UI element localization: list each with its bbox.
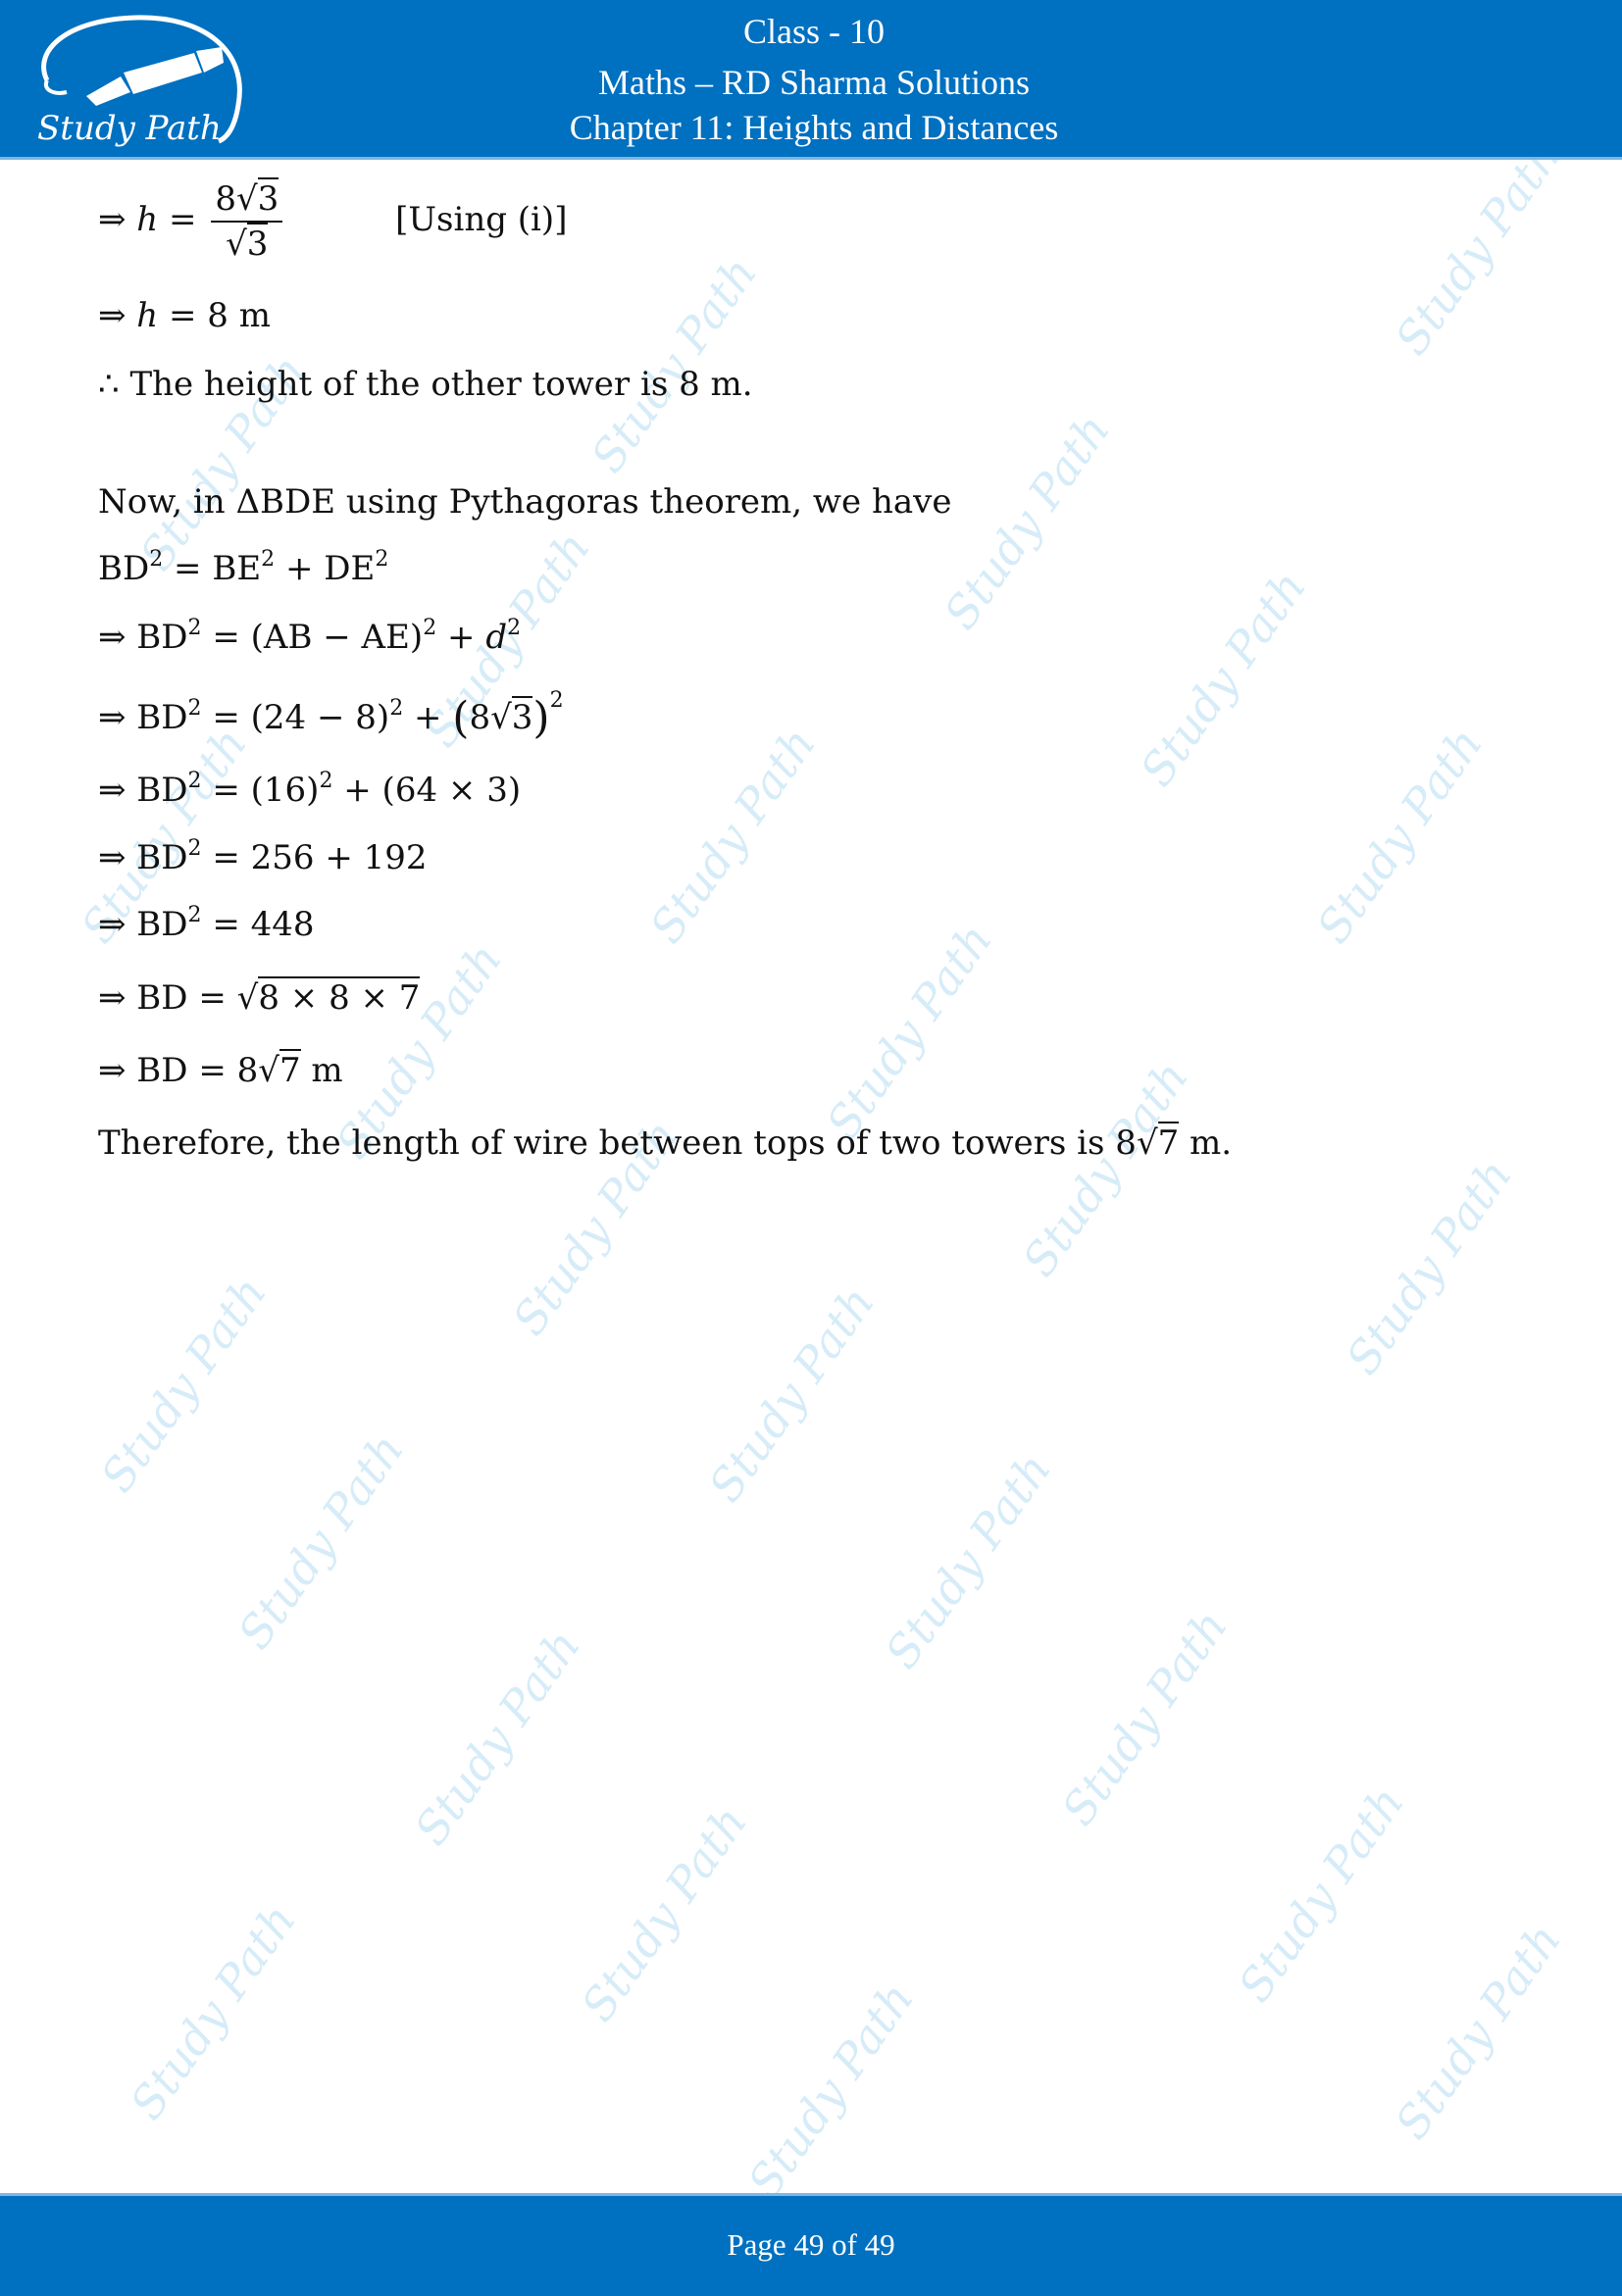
watermark: Study Path — [737, 1972, 925, 2208]
watermark-layer: Study Path Study Path Study Path Study P… — [0, 129, 1622, 2207]
final-answer: Therefore, the length of wire between to… — [98, 1122, 1233, 1163]
equation-8: ⇒ BD = 8√7 m — [98, 1049, 343, 1090]
watermark: Study Path — [120, 1894, 307, 2129]
watermark: Study Path — [1051, 1600, 1239, 1835]
watermark: Study Path — [90, 1267, 278, 1502]
step-h-fraction: ⇒ h = 8√3 √3 [Using (i)] — [98, 177, 568, 264]
page-footer: Page 49 of 49 — [0, 2193, 1622, 2296]
equation-7: ⇒ BD = √8 × 8 × 7 — [98, 976, 421, 1018]
svg-text:Study Path: Study Path — [37, 109, 222, 148]
pen-logo-icon: Study Path — [37, 15, 242, 148]
fraction: 8√3 √3 — [211, 177, 283, 264]
watermark: Study Path — [875, 1443, 1062, 1678]
subject-title: Maths – RD Sharma Solutions — [597, 63, 1030, 102]
watermark: Study Path — [1385, 129, 1572, 365]
watermark: Study Path — [639, 718, 827, 953]
equation-5: ⇒ BD2 = 256 + 192 — [98, 836, 428, 878]
watermark: Study Path — [698, 1276, 886, 1512]
step-h-value: ⇒ h = 8 m — [98, 296, 271, 335]
watermark: Study Path — [1306, 718, 1494, 953]
equation-2: ⇒ BD2 = (AB − AE)2 + d2 — [98, 616, 522, 658]
watermark: Study Path — [228, 1423, 415, 1659]
using-note: [Using (i)] — [395, 200, 568, 239]
class-label: Class - 10 — [743, 12, 885, 51]
watermark: Study Path — [1012, 1051, 1199, 1286]
watermark: Study Path — [1336, 1149, 1523, 1384]
watermark: Study Path — [1130, 561, 1317, 796]
pythagoras-intro: Now, in ΔBDE using Pythagoras theorem, w… — [98, 482, 952, 522]
equation-6: ⇒ BD2 = 448 — [98, 903, 315, 945]
conclusion-height: ∴ The height of the other tower is 8 m. — [98, 365, 753, 404]
equation-4: ⇒ BD2 = (16)2 + (64 × 3) — [98, 769, 522, 811]
watermark: Study Path — [1385, 1914, 1572, 2149]
equation-3: ⇒ BD2 = (24 − 8)2 + (8√3)2 — [98, 688, 564, 743]
watermark: Study Path — [934, 404, 1121, 639]
page-header: Study Path Class - 10 Maths – RD Sharma … — [0, 0, 1622, 160]
study-path-logo: Study Path — [27, 12, 253, 154]
equation-1: BD2 = BE2 + DE2 — [98, 547, 389, 589]
page-number: Page 49 of 49 — [727, 2227, 895, 2262]
watermark: Study Path — [1228, 1776, 1415, 2012]
watermark: Study Path — [404, 1620, 591, 1855]
chapter-title: Chapter 11: Heights and Distances — [569, 108, 1059, 147]
watermark: Study Path — [571, 1796, 758, 2031]
watermark: Study Path — [816, 914, 1003, 1149]
